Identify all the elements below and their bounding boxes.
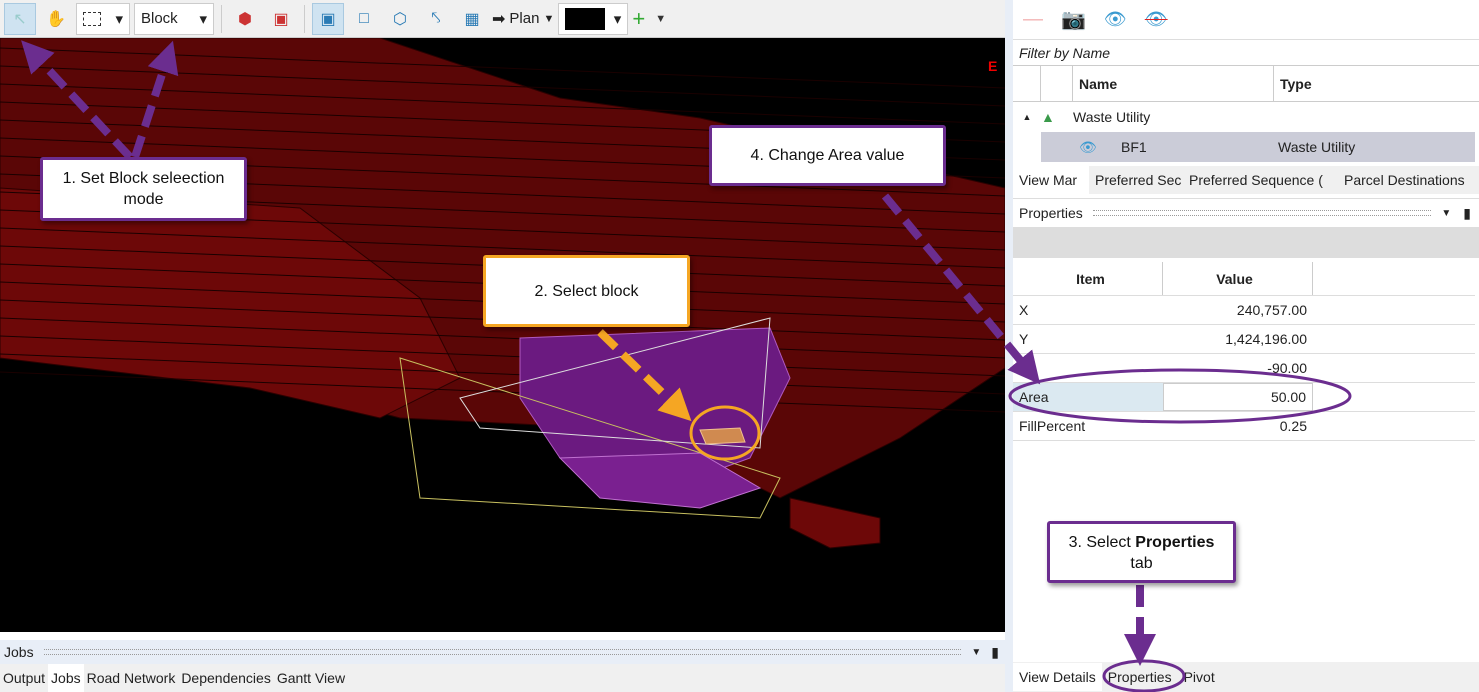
tab-view-details[interactable]: View Details (1013, 663, 1102, 691)
dropdown-icon[interactable]: ▼ (1441, 208, 1451, 219)
tree-child-row[interactable]: 👁 BF1 Waste Utility (1041, 132, 1475, 162)
prop-value[interactable]: 1,424,196.00 (1163, 325, 1313, 353)
tab-preferred-sequence[interactable]: Preferred Sequence ( (1183, 166, 1338, 194)
prop-key (1013, 354, 1163, 382)
selected-block (699, 427, 746, 445)
prop-key: Y (1019, 331, 1029, 347)
column-value: Value (1163, 262, 1313, 295)
plan-view-button[interactable]: ➡ Plan ▼ (492, 3, 554, 35)
child-name: BF1 (1121, 139, 1147, 155)
color-picker[interactable]: ▾ (558, 2, 629, 35)
tab-jobs[interactable]: Jobs (48, 664, 84, 692)
child-type: Waste Utility (1278, 139, 1356, 155)
camera-icon[interactable]: 📷 (1061, 7, 1086, 32)
callout-2: 2. Select block (483, 255, 690, 327)
selection-mode-dropdown[interactable]: Block ▾ (134, 2, 214, 35)
filter-input[interactable]: Filter by Name (1013, 40, 1479, 66)
eye-icon[interactable]: 👁 (1104, 9, 1127, 30)
tab-dependencies[interactable]: Dependencies (178, 664, 274, 692)
prop-key: Area (1013, 383, 1163, 411)
axis-label: E (988, 58, 998, 74)
eye-hidden-icon[interactable]: 👁 (1145, 9, 1168, 30)
plan-arrow-icon: ➡ (492, 10, 506, 28)
callout-4: 4. Change Area value (709, 125, 946, 186)
right-panel: — 📷 👁 👁 Filter by Name Name Type ▲ ▲ Waste … (1005, 0, 1479, 692)
prop-row-x[interactable]: X 240,757.00 (1013, 296, 1475, 325)
tab-pivot[interactable]: Pivot (1178, 663, 1221, 691)
prop-value[interactable]: -90.00 (1163, 354, 1313, 382)
properties-table: Item Value X 240,757.00 Y 1,424,196.00 -90.… (1013, 262, 1475, 441)
prop-row-area[interactable]: Area 50.00 (1013, 383, 1475, 412)
tab-parcel-destinations[interactable]: Parcel Destinations (1338, 166, 1471, 194)
tab-view-manager[interactable]: View Mar (1013, 166, 1089, 194)
dropdown-icon[interactable]: ▼ (971, 647, 981, 658)
marquee-select-dropdown[interactable]: ▾ (76, 2, 130, 35)
tree-group-row[interactable]: ▲ ▲ Waste Utility (1013, 102, 1479, 132)
column-item: Item (1013, 262, 1163, 295)
tab-preferred-sec[interactable]: Preferred Sec (1089, 166, 1183, 194)
tab-properties[interactable]: Properties (1102, 663, 1178, 691)
grid-icon[interactable]: ▦ (456, 3, 488, 35)
group-name: Waste Utility (1073, 109, 1151, 125)
pin-icon[interactable]: ▮ (1463, 205, 1471, 222)
callout-1: 1. Set Block seleection mode (40, 157, 247, 221)
plan-label: Plan (509, 10, 540, 27)
block-solid-icon[interactable]: ⬢ (229, 3, 261, 35)
block-point-icon[interactable]: ▣ (265, 3, 297, 35)
prop-value[interactable]: 0.25 (1163, 412, 1313, 440)
prop-row-y[interactable]: Y 1,424,196.00 (1013, 325, 1475, 354)
remove-icon[interactable]: — (1023, 8, 1043, 31)
tab-output[interactable]: Output (0, 664, 48, 692)
callout-3-tail: tab (1130, 555, 1153, 572)
box-outline-icon[interactable]: □ (348, 3, 380, 35)
rotate-box-icon[interactable]: ⬡ (384, 3, 416, 35)
column-name[interactable]: Name (1073, 66, 1274, 101)
pan-hand-icon[interactable]: ✋ (40, 3, 72, 35)
wireframe-box-icon[interactable]: ▣ (312, 2, 344, 35)
collapse-icon[interactable]: ▲ (1013, 112, 1041, 122)
waste-utility-icon: ▲ (1041, 109, 1055, 125)
column-type[interactable]: Type (1274, 76, 1312, 92)
prop-value[interactable]: 240,757.00 (1163, 296, 1313, 324)
pin-icon[interactable]: ▮ (991, 644, 999, 661)
prop-key: X (1019, 302, 1029, 318)
properties-title: Properties (1019, 205, 1083, 221)
tab-gantt-view[interactable]: Gantt View (274, 664, 348, 692)
select-arrow-icon[interactable]: ↖ (4, 2, 36, 35)
selection-mode-value: Block (141, 10, 178, 27)
prop-row-3[interactable]: -90.00 (1013, 354, 1475, 383)
ore-block-cluster (789, 497, 881, 549)
toolbar: ↖ ✋ ▾ Block ▾ ⬢ ▣ ▣ □ ⬡ ⤣ ▦ ➡ Plan ▼ ▾ + ▼ (0, 0, 1005, 38)
eye-icon[interactable]: 👁 (1041, 139, 1121, 156)
callout-3-bold: Properties (1135, 534, 1215, 551)
axes-icon[interactable]: ⤣ (420, 3, 452, 35)
tab-road-network[interactable]: Road Network (84, 664, 179, 692)
prop-row-fillpercent[interactable]: FillPercent 0.25 (1013, 412, 1475, 441)
callout-3: 3. Select Properties tab (1047, 521, 1236, 583)
prop-key: FillPercent (1019, 418, 1086, 434)
add-icon[interactable]: + ▼ (632, 3, 666, 35)
callout-3-text: 3. Select (1068, 534, 1136, 551)
area-value-input[interactable]: 50.00 (1163, 383, 1313, 411)
jobs-title: Jobs (4, 644, 34, 660)
jobs-panel: Jobs ▼ ▮ Output Jobs Road Network Dependen… (0, 640, 1005, 692)
